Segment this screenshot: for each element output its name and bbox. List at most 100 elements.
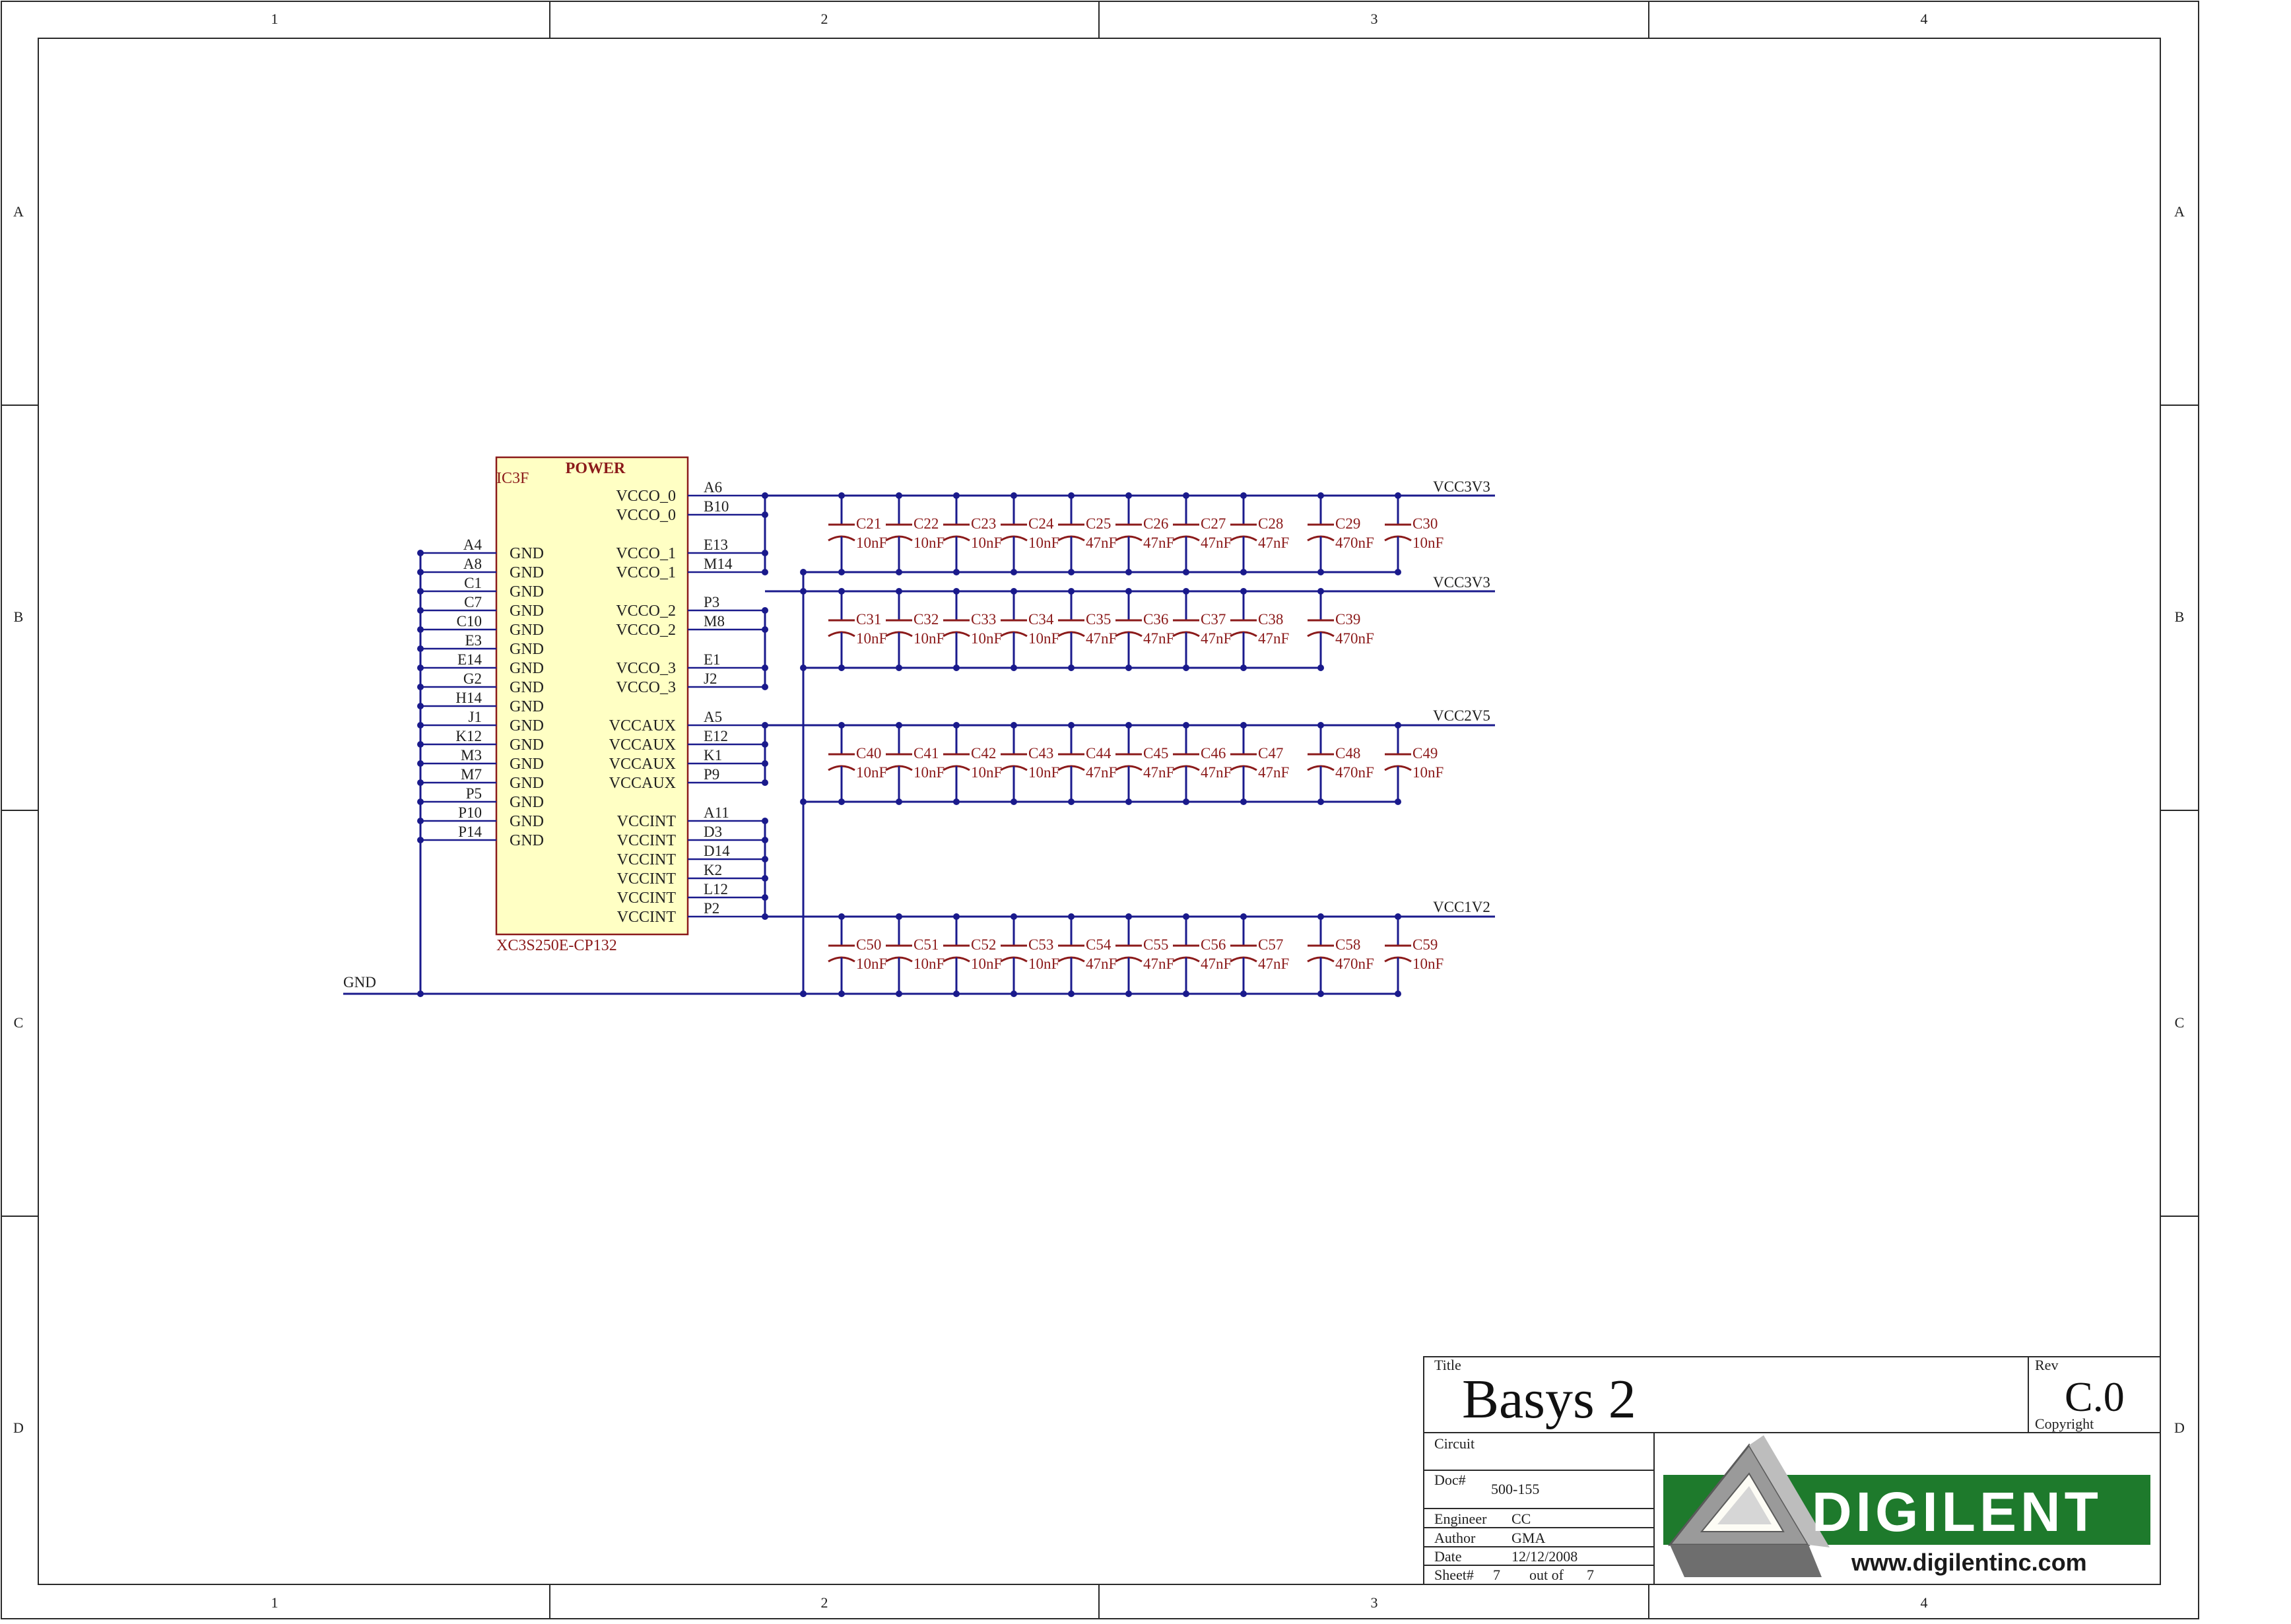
cap-value-c51: 10nF (913, 956, 945, 972)
pin-num-h14: H14 (455, 690, 482, 706)
pin-name-e3: GND (510, 641, 544, 658)
cap-ref-c26: C26 (1143, 515, 1168, 532)
author-value: GMA (1511, 1530, 1545, 1546)
pin-num-g2: G2 (463, 670, 482, 687)
junction-dot (1068, 798, 1075, 805)
junction-dot (1317, 913, 1324, 920)
cap-ref-c44: C44 (1086, 745, 1112, 762)
junction-dot (1068, 569, 1075, 575)
pin-num-a11: A11 (704, 804, 729, 821)
cap-value-c21: 10nF (856, 535, 887, 551)
pin-num-a6: A6 (704, 479, 722, 496)
pin-name-c7: GND (510, 602, 544, 620)
zone-col-top-3: 3 (1371, 11, 1378, 27)
pin-num-k2: K2 (704, 862, 722, 878)
junction-dot (838, 588, 845, 595)
cap-ref-c52: C52 (971, 936, 996, 953)
pin-num-c1: C1 (464, 575, 482, 591)
junction-dot (762, 741, 768, 748)
junction-dot (1183, 798, 1189, 805)
pin-name-p14: GND (510, 832, 544, 849)
junction-dot (762, 875, 768, 882)
title-label: Title (1434, 1357, 1461, 1373)
junction-dot (417, 722, 424, 729)
pin-num-j2: J2 (704, 670, 717, 687)
junction-dot (1183, 492, 1189, 499)
junction-dot (1183, 991, 1189, 997)
zone-col-top-1: 1 (271, 11, 279, 27)
junction-dot (1011, 569, 1017, 575)
junction-dot (1125, 913, 1132, 920)
cap-value-c59: 10nF (1412, 956, 1444, 972)
cap-ref-c25: C25 (1086, 515, 1111, 532)
pin-num-j1: J1 (469, 709, 482, 725)
cap-value-c25: 47nF (1086, 535, 1117, 551)
junction-dot (762, 511, 768, 518)
junction-dot (1317, 991, 1324, 997)
cap-value-c57: 47nF (1258, 956, 1289, 972)
junction-dot (838, 722, 845, 729)
junction-dot (762, 607, 768, 614)
junction-dot (1011, 722, 1017, 729)
cap-value-c44: 47nF (1086, 764, 1117, 781)
pin-name-e12: VCCAUX (609, 736, 676, 754)
pin-num-a4: A4 (463, 536, 482, 553)
junction-dot (1011, 588, 1017, 595)
junction-dot (1183, 665, 1189, 671)
junction-dot (417, 991, 424, 997)
cap-ref-c27: C27 (1201, 515, 1226, 532)
junction-dot (417, 626, 424, 633)
cap-value-c39: 470nF (1335, 630, 1374, 647)
cap-value-c56: 47nF (1201, 956, 1232, 972)
junction-dot (953, 798, 960, 805)
pin-name-a8: GND (510, 564, 544, 581)
junction-dot (762, 492, 768, 499)
junction-dot (1317, 665, 1324, 671)
pin-name-j1: GND (510, 717, 544, 734)
junction-dot (1011, 913, 1017, 920)
pin-name-e1: VCCO_3 (616, 660, 676, 677)
junction-dot (1011, 991, 1017, 997)
junction-dot (1395, 991, 1401, 997)
junction-dot (896, 588, 902, 595)
junction-dot (1011, 665, 1017, 671)
net-label-vcc2v5: VCC2V5 (1433, 707, 1490, 724)
pin-num-p9: P9 (704, 766, 719, 783)
pin-num-e13: E13 (704, 536, 728, 553)
junction-dot (762, 818, 768, 824)
pin-num-m14: M14 (704, 556, 733, 572)
net-label-vcc3v3-a: VCC3V3 (1433, 478, 1490, 495)
doc-value: 500-155 (1491, 1481, 1539, 1497)
pin-num-p2: P2 (704, 900, 719, 917)
junction-dot (1317, 569, 1324, 575)
cap-ref-c41: C41 (913, 745, 939, 762)
junction-dot (1183, 722, 1189, 729)
net-label-vcc1v2: VCC1V2 (1433, 899, 1490, 915)
junction-dot (1240, 913, 1247, 920)
junction-dot (417, 569, 424, 575)
pin-name-d3: VCCINT (617, 832, 677, 849)
junction-dot (762, 550, 768, 556)
date-value: 12/12/2008 (1511, 1548, 1577, 1565)
junction-dot (1240, 665, 1247, 671)
pin-name-k2: VCCINT (617, 870, 677, 888)
cap-ref-c59: C59 (1412, 936, 1438, 953)
junction-dot (1011, 798, 1017, 805)
junction-dot (1125, 991, 1132, 997)
cap-value-c33: 10nF (971, 630, 1002, 647)
junction-dot (1183, 588, 1189, 595)
junction-dot (1125, 722, 1132, 729)
cap-value-c42: 10nF (971, 764, 1002, 781)
junction-dot (417, 837, 424, 843)
pin-name-h14: GND (510, 698, 544, 715)
cap-ref-c55: C55 (1143, 936, 1168, 953)
junction-dot (800, 588, 807, 595)
cap-value-c32: 10nF (913, 630, 945, 647)
net-label-gnd: GND (343, 974, 376, 991)
cap-ref-c43: C43 (1028, 745, 1053, 762)
junction-dot (1068, 665, 1075, 671)
cap-ref-c46: C46 (1201, 745, 1226, 762)
junction-dot (1125, 569, 1132, 575)
cap-ref-c29: C29 (1335, 515, 1360, 532)
cap-ref-c39: C39 (1335, 611, 1360, 628)
